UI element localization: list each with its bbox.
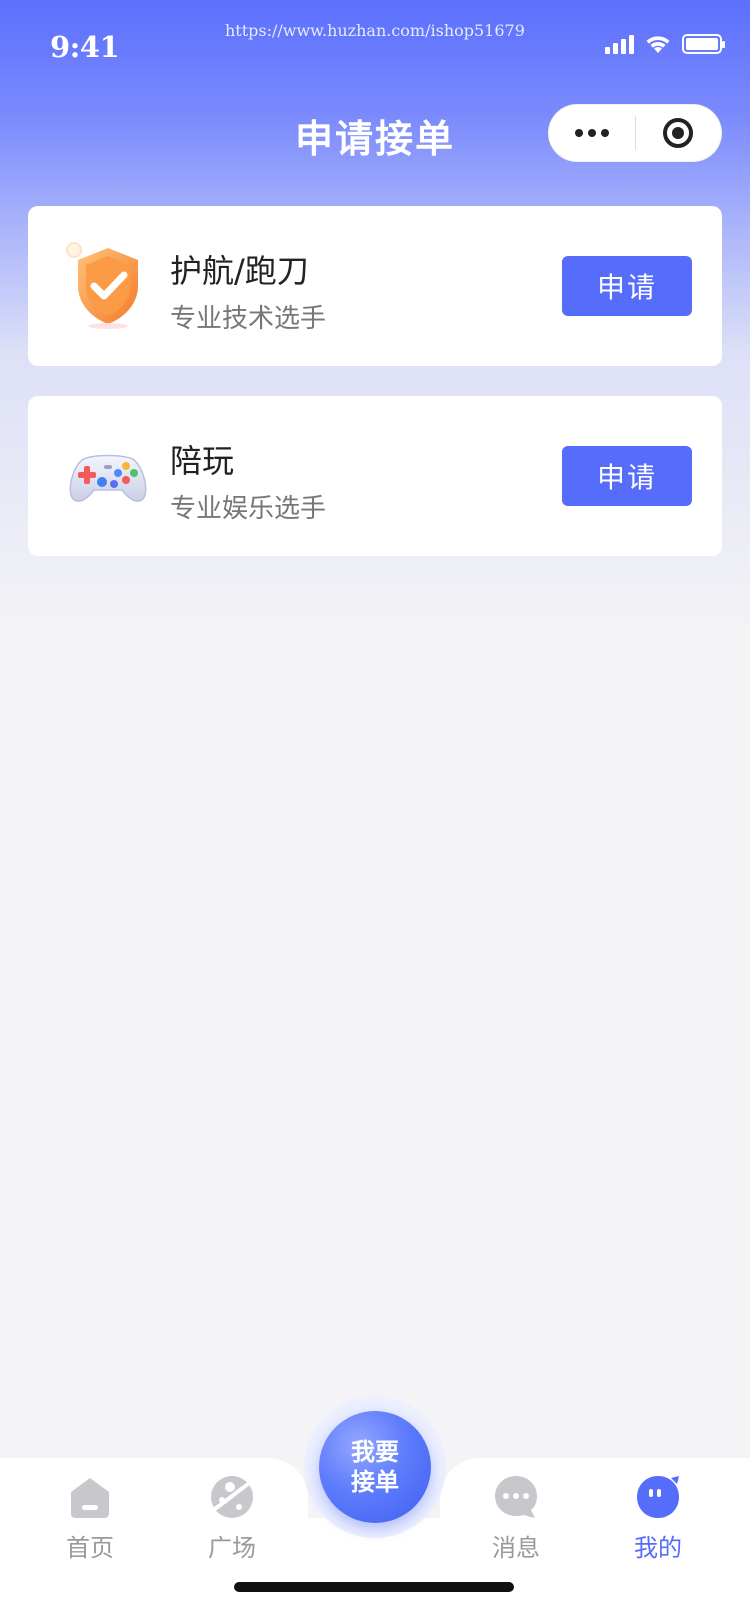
card-subtitle: 专业技术选手 — [170, 304, 327, 334]
tab-label: 广场 — [208, 1534, 256, 1562]
tab-label: 首页 — [66, 1534, 114, 1562]
signal-icon — [605, 34, 634, 54]
status-icons — [605, 34, 725, 54]
accept-order-button[interactable]: 我要 接单 — [319, 1411, 431, 1523]
center-button-line1: 我要 — [351, 1438, 399, 1466]
more-dots-icon[interactable] — [549, 105, 635, 161]
apply-button[interactable]: 申请 — [562, 256, 692, 316]
shield-check-icon — [66, 242, 138, 329]
capsule-close-button[interactable] — [636, 105, 721, 161]
gamepad-icon — [69, 454, 147, 502]
status-bar: 9:41 https://www.huzhan.com/ishop51679 — [0, 0, 750, 90]
profile-face-icon — [637, 1476, 679, 1518]
home-indicator — [234, 1582, 514, 1592]
status-time: 9:41 — [50, 30, 120, 64]
watermark-text: https://www.huzhan.com/ishop51679 — [225, 21, 525, 40]
apply-card-companion: 陪玩 专业娱乐选手 申请 — [28, 396, 722, 556]
home-icon — [71, 1478, 109, 1518]
mini-program-capsule — [548, 104, 722, 162]
planet-icon — [211, 1476, 253, 1518]
apply-card-escort: 护航/跑刀 专业技术选手 申请 — [28, 206, 722, 366]
apply-button[interactable]: 申请 — [562, 446, 692, 506]
tab-mine[interactable]: 我的 — [598, 1474, 718, 1563]
wifi-icon — [646, 36, 670, 53]
center-action-ring: 我要 接单 — [304, 1396, 446, 1538]
tab-home[interactable]: 首页 — [30, 1474, 150, 1563]
tab-label: 我的 — [634, 1534, 682, 1562]
battery-icon — [682, 34, 725, 54]
chat-bubble-icon — [495, 1476, 537, 1518]
card-subtitle: 专业娱乐选手 — [170, 494, 327, 524]
tab-messages[interactable]: 消息 — [456, 1474, 576, 1563]
card-title: 陪玩 — [170, 442, 235, 480]
target-close-icon — [663, 118, 694, 148]
center-button-line2: 接单 — [351, 1468, 399, 1496]
tab-square[interactable]: 广场 — [172, 1474, 292, 1563]
tab-label: 消息 — [492, 1534, 540, 1562]
card-title: 护航/跑刀 — [170, 252, 309, 290]
